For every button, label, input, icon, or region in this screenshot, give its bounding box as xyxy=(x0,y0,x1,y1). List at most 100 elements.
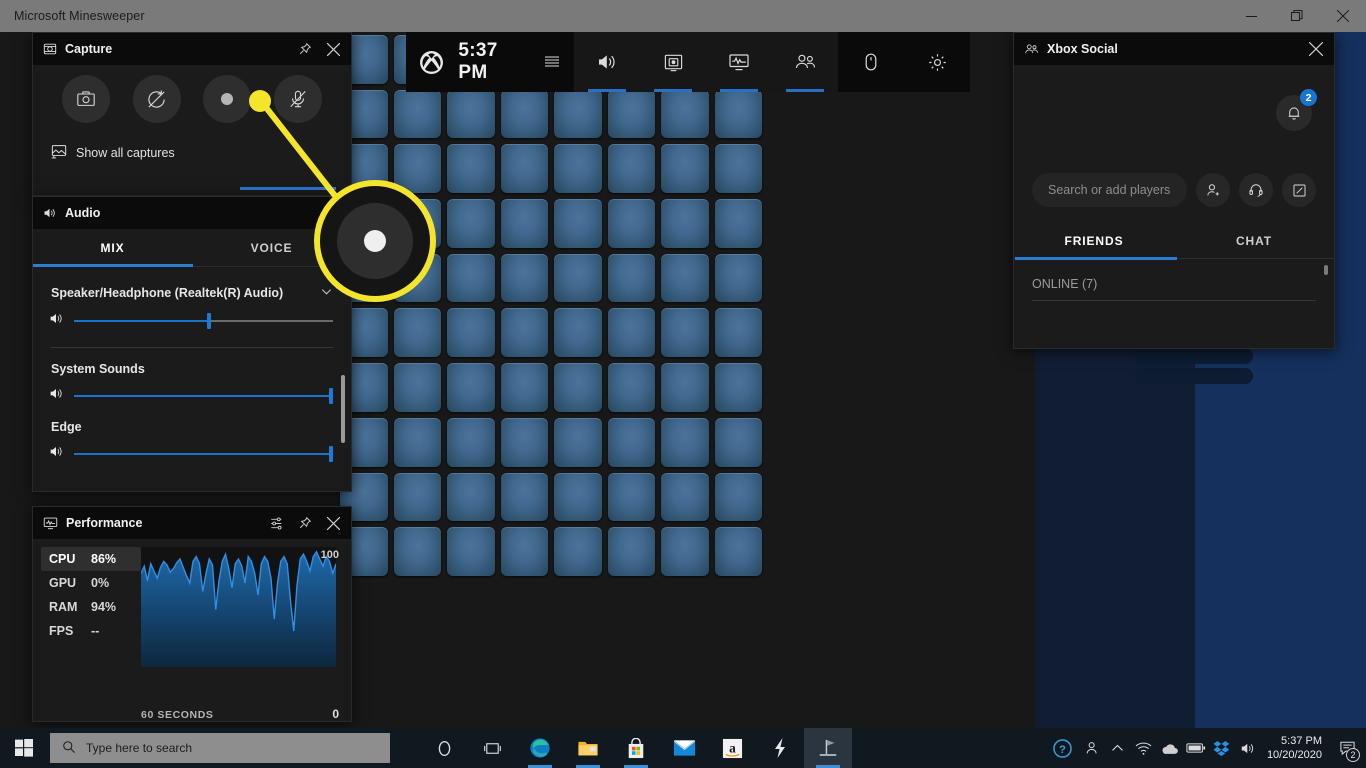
minesweeper-tile[interactable] xyxy=(391,196,445,251)
minesweeper-tile[interactable] xyxy=(551,415,605,470)
xbox-logo-icon[interactable] xyxy=(406,50,456,75)
cortana-icon[interactable] xyxy=(420,728,468,768)
minesweeper-tile[interactable] xyxy=(444,196,498,251)
edge-thumb[interactable] xyxy=(329,446,333,462)
file-explorer-icon[interactable] xyxy=(564,728,612,768)
performance-close-button[interactable] xyxy=(319,509,347,537)
edge-track[interactable] xyxy=(74,447,333,461)
minesweeper-tile[interactable] xyxy=(391,305,445,360)
minesweeper-tile[interactable] xyxy=(712,470,766,525)
onedrive-icon[interactable] xyxy=(1157,728,1183,768)
minesweeper-tile[interactable] xyxy=(605,524,659,579)
record-last-30s-button[interactable] xyxy=(133,75,181,123)
minesweeper-tile[interactable] xyxy=(391,524,445,579)
minesweeper-tile[interactable] xyxy=(498,470,552,525)
minesweeper-tile[interactable] xyxy=(444,141,498,196)
minesweeper-tile[interactable] xyxy=(712,524,766,579)
minesweeper-tile[interactable] xyxy=(712,141,766,196)
minesweeper-tile[interactable] xyxy=(391,251,445,306)
system-sounds-thumb[interactable] xyxy=(329,388,333,404)
game-bar-capture-icon[interactable] xyxy=(640,32,706,92)
device-volume-thumb[interactable] xyxy=(207,313,211,329)
minesweeper-tile[interactable] xyxy=(712,251,766,306)
audio-pin-button[interactable] xyxy=(319,199,347,227)
capture-close-button[interactable] xyxy=(319,35,347,63)
minesweeper-tile[interactable] xyxy=(444,87,498,142)
perf-metric-fps[interactable]: FPS -- xyxy=(41,619,141,643)
dropbox-icon[interactable] xyxy=(1209,728,1235,768)
gear-icon[interactable] xyxy=(904,32,970,92)
audio-scrollbar[interactable] xyxy=(341,375,345,443)
microsoft-store-icon[interactable] xyxy=(612,728,660,768)
action-center-button[interactable]: 2 xyxy=(1332,728,1362,768)
minesweeper-tile[interactable] xyxy=(391,141,445,196)
search-input[interactable]: Search or add players xyxy=(1032,173,1187,207)
minesweeper-tile[interactable] xyxy=(551,251,605,306)
add-friend-button[interactable] xyxy=(1196,173,1230,207)
social-close-button[interactable] xyxy=(1302,35,1330,63)
minesweeper-tile[interactable] xyxy=(498,251,552,306)
battery-icon[interactable] xyxy=(1183,728,1209,768)
perf-metric-cpu[interactable]: CPU 86% xyxy=(41,547,141,571)
tab-mix[interactable]: MIX xyxy=(33,229,192,266)
show-all-captures-link[interactable]: Show all captures xyxy=(51,143,351,162)
minesweeper-tile[interactable] xyxy=(551,470,605,525)
device-volume-slider[interactable] xyxy=(33,301,351,331)
start-button[interactable] xyxy=(0,728,48,768)
minesweeper-tile[interactable] xyxy=(444,470,498,525)
performance-options-button[interactable] xyxy=(263,509,291,537)
help-icon[interactable]: ? xyxy=(1047,728,1079,768)
minesweeper-tile[interactable] xyxy=(498,305,552,360)
chevron-down-icon[interactable] xyxy=(320,285,333,301)
audio-device-row[interactable]: Speaker/Headphone (Realtek(R) Audio) xyxy=(33,271,351,301)
system-sounds-track[interactable] xyxy=(74,389,333,403)
shazam-icon[interactable] xyxy=(756,728,804,768)
minesweeper-tile[interactable] xyxy=(498,141,552,196)
minesweeper-tile[interactable] xyxy=(391,415,445,470)
minesweeper-tile[interactable] xyxy=(498,87,552,142)
minesweeper-tile[interactable] xyxy=(658,196,712,251)
minesweeper-tile[interactable] xyxy=(658,360,712,415)
minesweeper-tile[interactable] xyxy=(551,87,605,142)
minesweeper-tile[interactable] xyxy=(551,360,605,415)
mail-icon[interactable] xyxy=(660,728,708,768)
minesweeper-tile[interactable] xyxy=(658,305,712,360)
party-chat-button[interactable] xyxy=(1239,173,1273,207)
new-message-button[interactable] xyxy=(1282,173,1316,207)
maximize-button[interactable] xyxy=(1274,0,1320,32)
minesweeper-tile[interactable] xyxy=(605,415,659,470)
minesweeper-tile[interactable] xyxy=(498,524,552,579)
perf-metric-ram[interactable]: RAM 94% xyxy=(41,595,141,619)
minesweeper-tile[interactable] xyxy=(551,305,605,360)
taskbar-clock[interactable]: 5:37 PM 10/20/2020 xyxy=(1261,734,1332,762)
network-icon[interactable] xyxy=(1131,728,1157,768)
minesweeper-tile[interactable] xyxy=(551,196,605,251)
widget-menu-icon[interactable] xyxy=(531,32,574,92)
show-hidden-icons-icon[interactable] xyxy=(1105,728,1131,768)
minesweeper-tile[interactable] xyxy=(498,360,552,415)
tab-friends[interactable]: FRIENDS xyxy=(1014,223,1174,259)
tab-voice[interactable]: VOICE xyxy=(192,229,351,266)
minesweeper-tile[interactable] xyxy=(605,141,659,196)
screenshot-button[interactable] xyxy=(62,75,110,123)
minesweeper-tile[interactable] xyxy=(498,415,552,470)
mic-toggle-button[interactable] xyxy=(274,75,322,123)
minesweeper-tile[interactable] xyxy=(605,196,659,251)
minesweeper-tile[interactable] xyxy=(658,415,712,470)
taskbar-search-box[interactable]: Type here to search xyxy=(50,733,390,763)
minesweeper-tile[interactable] xyxy=(551,524,605,579)
minesweeper-tile[interactable] xyxy=(498,196,552,251)
minesweeper-tile[interactable] xyxy=(658,524,712,579)
minesweeper-tile[interactable] xyxy=(444,360,498,415)
minesweeper-tile[interactable] xyxy=(712,415,766,470)
minesweeper-tile[interactable] xyxy=(605,470,659,525)
task-view-icon[interactable] xyxy=(468,728,516,768)
minesweeper-tile[interactable] xyxy=(658,87,712,142)
minesweeper-tile[interactable] xyxy=(391,87,445,142)
minimize-button[interactable] xyxy=(1228,0,1274,32)
amazon-icon[interactable]: a xyxy=(708,728,756,768)
mouse-icon[interactable] xyxy=(838,32,904,92)
minesweeper-tile[interactable] xyxy=(605,360,659,415)
minesweeper-tile[interactable] xyxy=(444,524,498,579)
minesweeper-tile[interactable] xyxy=(712,87,766,142)
